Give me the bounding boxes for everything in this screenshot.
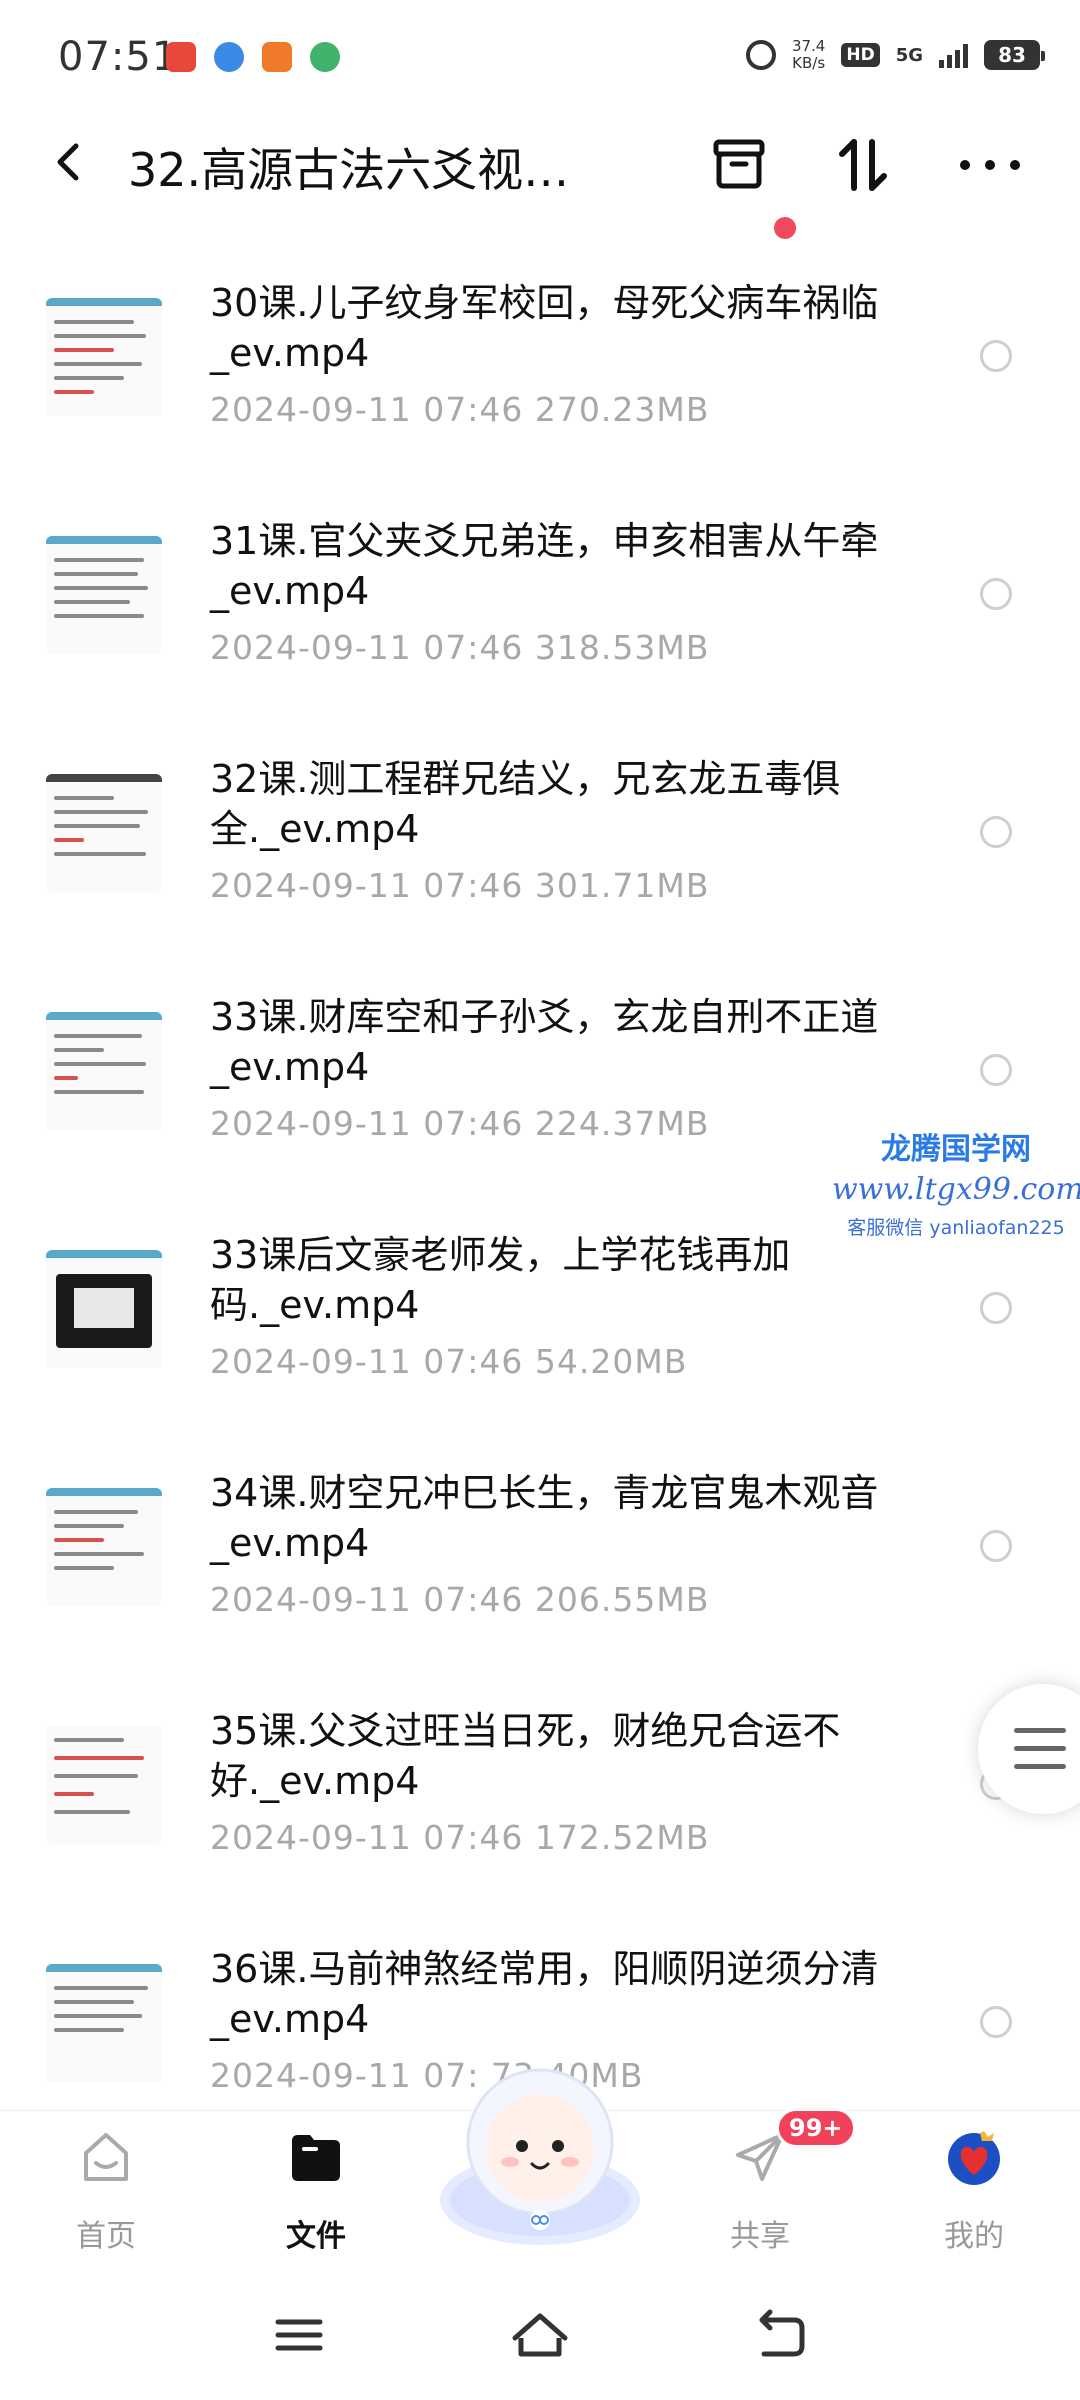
notification-app-icon: [310, 42, 340, 72]
net-speed-unit: KB/s: [792, 54, 826, 72]
notification-app-icon: [166, 42, 196, 72]
back-icon[interactable]: [744, 2300, 814, 2370]
tab-home-label: 首页: [76, 2219, 136, 2254]
file-name: 36课.马前神煞经常用，阳顺阴逆须分清_ev.mp4: [210, 1947, 879, 2041]
file-meta: 2024-09-11 07:46 270.23MB: [210, 390, 710, 429]
watermark-title: 龙腾国学网: [881, 1132, 1031, 1167]
file-meta: 2024-09-11 07:46 172.52MB: [210, 1818, 710, 1857]
select-radio[interactable]: [980, 2006, 1012, 2038]
status-indicators: 37.4 KB/s HD 5G 83: [745, 38, 1045, 72]
video-thumbnail: [46, 298, 162, 416]
back-arrow-icon[interactable]: [40, 132, 100, 192]
hd-icon: HD: [841, 43, 880, 67]
select-radio[interactable]: [980, 1292, 1012, 1324]
home-face-icon: [84, 2133, 128, 2181]
file-name: 32课.测工程群兄结义，兄玄龙五毒俱全._ev.mp4: [210, 757, 841, 851]
tab-files[interactable]: 文件: [246, 2111, 386, 2271]
file-row[interactable]: 33课后文豪老师发，上学花钱再加码._ev.mp4 2024-09-11 07:…: [0, 1212, 1080, 1450]
select-radio[interactable]: [980, 1530, 1012, 1562]
tab-share-label: 共享: [730, 2219, 790, 2254]
notification-dot: [774, 217, 796, 239]
notification-app-icon: [214, 42, 244, 72]
file-row[interactable]: 32课.测工程群兄结义，兄玄龙五毒俱全._ev.mp4 2024-09-11 0…: [0, 736, 1080, 974]
watermark: 龙腾国学网 www.ltgx99.com 客服微信 yanliaofan225: [832, 1124, 1080, 1240]
header: 32.高源古法六爻视…: [0, 110, 1080, 239]
file-meta: 2024-09-11 07:46 206.55MB: [210, 1580, 710, 1619]
file-name: 33课.财库空和子孙爻，玄龙自刑不正道_ev.mp4: [210, 995, 879, 1089]
file-row[interactable]: 35课.父爻过旺当日死，财绝兄合运不好._ev.mp4 2024-09-11 0…: [0, 1688, 1080, 1926]
status-time: 07:51: [58, 34, 179, 80]
share-badge: 99+: [776, 2108, 856, 2148]
tab-files-label: 文件: [286, 2219, 346, 2254]
sort-arrows-icon[interactable]: [828, 130, 898, 200]
file-meta: 2024-09-11 07:46 318.53MB: [210, 628, 710, 667]
network-speed: 37.4 KB/s: [792, 38, 825, 72]
net-speed-value: 37.4: [791, 37, 826, 55]
video-thumbnail: [46, 1012, 162, 1130]
status-bar: 07:51 37.4 KB/s HD 5G 83: [0, 0, 1080, 110]
archive-box-icon[interactable]: [704, 130, 774, 200]
select-radio[interactable]: [980, 816, 1012, 848]
tab-mine[interactable]: 我的: [904, 2111, 1044, 2271]
watermark-url: www.ltgx99.com: [832, 1172, 1080, 1207]
tab-mine-label: 我的: [944, 2219, 1004, 2254]
file-row[interactable]: 31课.官父夹爻兄弟连，申亥相害从午牵_ev.mp4 2024-09-11 07…: [0, 498, 1080, 736]
system-nav-bar: [0, 2270, 1080, 2400]
avatar-icon: [948, 2131, 1000, 2185]
file-name: 34课.财空兄冲巳长生，青龙官鬼木观音_ev.mp4: [210, 1471, 879, 1565]
battery-icon: 83: [984, 40, 1045, 70]
video-thumbnail: [46, 1964, 162, 2082]
watermark-contact: 客服微信 yanliaofan225: [847, 1217, 1065, 1239]
file-name: 30课.儿子纹身军校回，母死父病车祸临_ev.mp4: [210, 281, 879, 375]
select-radio[interactable]: [980, 1054, 1012, 1086]
home-icon[interactable]: [505, 2300, 575, 2370]
mascot-assistant-icon[interactable]: [430, 2050, 650, 2250]
file-meta: 2024-09-11 07:46 54.20MB: [210, 1342, 688, 1381]
file-name: 33课后文豪老师发，上学花钱再加码._ev.mp4: [210, 1233, 791, 1327]
signal-icon: [939, 42, 968, 68]
status-app-icons: [166, 42, 340, 72]
file-meta: 2024-09-11 07:46 224.37MB: [210, 1104, 710, 1143]
video-thumbnail: [46, 774, 162, 892]
page-title: 32.高源古法六爻视…: [128, 143, 570, 197]
menu-icon[interactable]: [264, 2300, 334, 2370]
select-radio[interactable]: [980, 578, 1012, 610]
more-dots-icon[interactable]: [955, 130, 1025, 200]
folder-icon: [292, 2135, 340, 2181]
select-radio[interactable]: [980, 340, 1012, 372]
tab-home[interactable]: 首页: [36, 2111, 176, 2271]
video-thumbnail: [46, 1250, 162, 1368]
network-type: 5G: [895, 44, 923, 66]
file-row[interactable]: 30课.儿子纹身军校回，母死父病车祸临_ev.mp4 2024-09-11 07…: [0, 260, 1080, 498]
file-name: 35课.父爻过旺当日死，财绝兄合运不好._ev.mp4: [210, 1709, 841, 1803]
video-thumbnail: [46, 536, 162, 654]
video-thumbnail: [46, 1726, 162, 1844]
video-thumbnail: [46, 1488, 162, 1606]
file-row[interactable]: 34课.财空兄冲巳长生，青龙官鬼木观音_ev.mp4 2024-09-11 07…: [0, 1450, 1080, 1688]
notification-app-icon: [262, 42, 292, 72]
alarm-icon: [745, 40, 776, 70]
file-name: 31课.官父夹爻兄弟连，申亥相害从午牵_ev.mp4: [210, 519, 879, 613]
file-meta: 2024-09-11 07:46 301.71MB: [210, 866, 710, 905]
